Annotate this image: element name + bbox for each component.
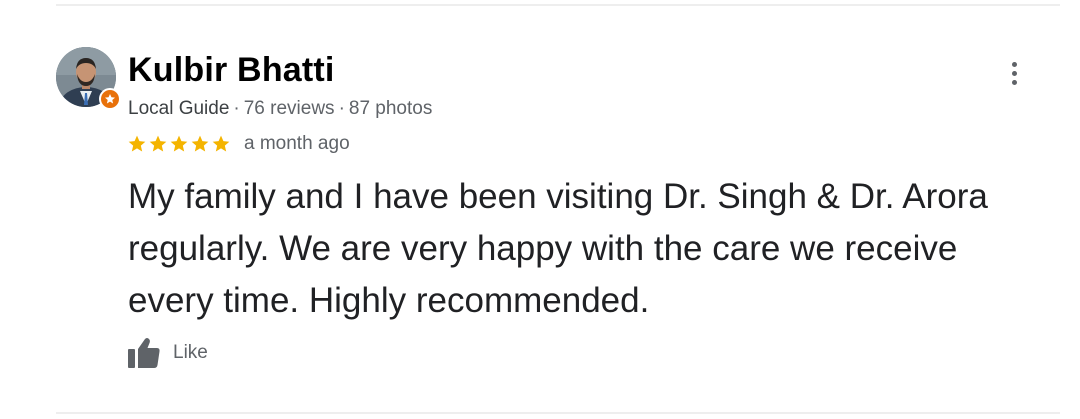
author-avatar[interactable] <box>56 47 121 110</box>
meta-separator: · <box>233 98 240 119</box>
top-divider <box>56 4 1060 6</box>
dot <box>1011 70 1017 76</box>
author-name[interactable]: Kulbir Bhatti <box>128 50 335 90</box>
like-button[interactable]: Like <box>126 336 208 370</box>
star-icon <box>149 135 167 152</box>
more-vert-icon[interactable] <box>1002 58 1026 88</box>
star-icon <box>212 135 230 152</box>
review-date: a month ago <box>244 133 350 154</box>
local-guide-star-icon <box>99 88 121 110</box>
star-icon <box>191 135 209 152</box>
star-rating <box>127 134 231 154</box>
meta-separator: · <box>338 98 345 119</box>
thumb-up-icon <box>128 338 160 368</box>
star-icon <box>128 135 146 152</box>
local-guide-label: Local Guide <box>128 98 230 119</box>
star-icon <box>170 135 188 152</box>
review-text: My family and I have been visiting Dr. S… <box>128 177 988 320</box>
author-meta: Local Guide · 76 reviews · 87 photos <box>128 97 432 121</box>
dot <box>1011 61 1017 67</box>
like-label: Like <box>173 342 208 363</box>
review-count: 76 reviews <box>243 98 335 119</box>
rating-row: a month ago <box>127 132 350 156</box>
dot <box>1011 79 1017 85</box>
photo-count: 87 photos <box>348 98 433 119</box>
bottom-divider <box>56 412 1060 414</box>
